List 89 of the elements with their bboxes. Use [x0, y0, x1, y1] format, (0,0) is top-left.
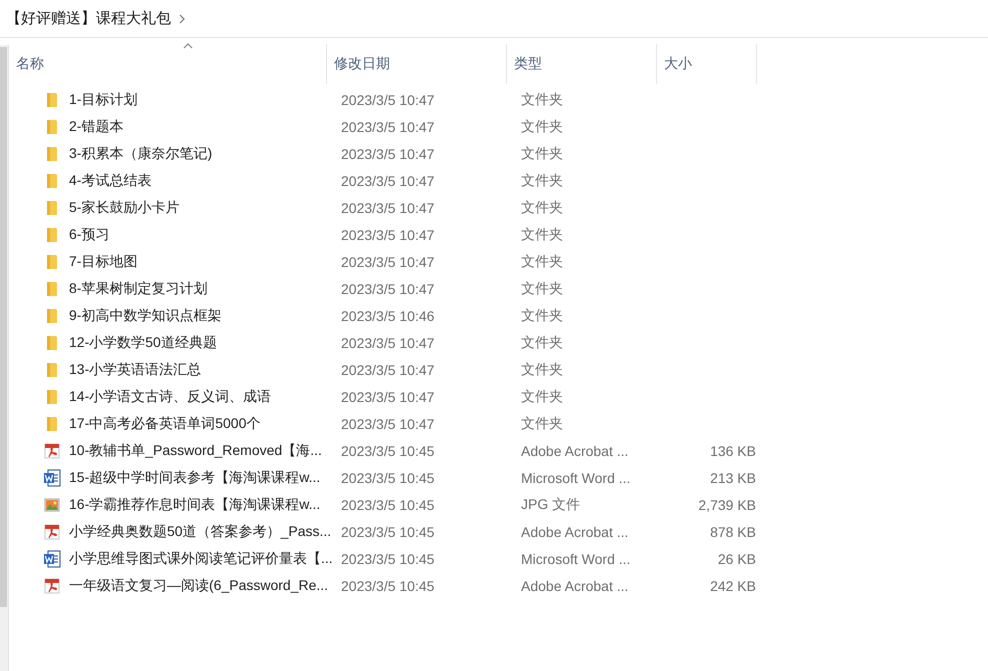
file-type: 文件夹 [520, 414, 564, 432]
file-name[interactable]: 6-预习 [69, 226, 110, 244]
folder-icon [46, 280, 58, 296]
file-type: 文件夹 [520, 334, 564, 352]
folder-icon [46, 416, 58, 432]
file-type: 文件夹 [520, 172, 564, 190]
file-name[interactable]: 16-学霸推荐作息时间表【海淘课课程w... [69, 496, 320, 514]
file-name[interactable]: 7-目标地图 [69, 252, 138, 270]
modified-date: 2023/3/5 10:47 [340, 362, 436, 378]
folder-icon [46, 334, 58, 350]
folder-icon [46, 172, 58, 188]
file-name[interactable]: 小学思维导图式课外阅读笔记评价量表【... [69, 550, 333, 568]
chevron-right-icon[interactable] [179, 14, 185, 24]
file-type: 文件夹 [520, 118, 564, 136]
folder-icon [46, 388, 58, 404]
file-name[interactable]: 15-超级中学时间表参考【海淘课课程w... [69, 468, 320, 486]
modified-date: 2023/3/5 10:45 [340, 578, 436, 594]
pdf-file-icon [44, 578, 60, 594]
breadcrumb-folder[interactable]: 【好评赠送】课程大礼包 [6, 9, 171, 28]
modified-date: 2023/3/5 10:47 [340, 172, 436, 188]
modified-date: 2023/3/5 10:45 [340, 442, 436, 458]
modified-date: 2023/3/5 10:47 [340, 226, 436, 242]
file-name[interactable]: 1-目标计划 [69, 90, 138, 108]
file-name[interactable]: 12-小学数学50道经典题 [69, 334, 217, 352]
pdf-file-icon [44, 442, 60, 458]
folder-icon [46, 200, 58, 216]
folder-icon [46, 308, 58, 324]
modified-date: 2023/3/5 10:47 [340, 146, 436, 162]
modified-date: 2023/3/5 10:47 [340, 416, 436, 432]
pdf-file-icon [44, 524, 60, 540]
file-size: 2,739 KB [697, 496, 756, 512]
column-header[interactable]: 大小 [657, 44, 757, 84]
modified-date: 2023/3/5 10:47 [340, 388, 436, 404]
file-type: 文件夹 [520, 306, 564, 324]
file-type: Microsoft Word ... [520, 470, 632, 486]
folder-icon [46, 146, 58, 162]
file-size: 26 KB [716, 550, 756, 566]
file-size: 136 KB [709, 442, 756, 458]
file-name[interactable]: 17-中高考必备英语单词5000个 [69, 414, 260, 432]
file-name[interactable]: 14-小学语文古诗、反义词、成语 [69, 388, 272, 406]
folder-icon [46, 362, 58, 378]
file-type: 文件夹 [520, 198, 564, 216]
file-type: 文件夹 [520, 144, 564, 162]
file-type: 文件夹 [520, 280, 564, 298]
file-type: 文件夹 [520, 388, 564, 406]
file-size: 878 KB [709, 524, 756, 540]
file-name[interactable]: 13-小学英语语法汇总 [69, 360, 202, 378]
folder-icon [46, 118, 58, 134]
modified-date: 2023/3/5 10:46 [340, 308, 436, 324]
modified-date: 2023/3/5 10:47 [340, 280, 436, 296]
modified-date: 2023/3/5 10:45 [340, 496, 436, 512]
file-size: 213 KB [709, 470, 756, 486]
folder-icon [46, 226, 58, 242]
file-size: 242 KB [709, 578, 756, 594]
file-type: 文件夹 [520, 226, 564, 244]
file-name[interactable]: 9-初高中数学知识点框架 [69, 306, 222, 324]
column-header[interactable]: 类型 [507, 44, 657, 84]
modified-date: 2023/3/5 10:45 [340, 524, 436, 540]
file-name[interactable]: 一年级语文复习—阅读(6_Password_Re... [69, 576, 328, 594]
column-header[interactable]: 修改日期 [327, 44, 507, 84]
file-type: Adobe Acrobat ... [520, 442, 630, 458]
sort-up-icon [183, 43, 193, 49]
image-file-icon [44, 496, 60, 512]
file-name[interactable]: 3-积累本（康奈尔笔记) [69, 144, 212, 162]
modified-date: 2023/3/5 10:47 [340, 118, 436, 134]
modified-date: 2023/3/5 10:45 [340, 470, 436, 486]
file-type: Adobe Acrobat ... [520, 524, 630, 540]
modified-date: 2023/3/5 10:47 [340, 92, 436, 108]
file-type: 文件夹 [520, 252, 564, 270]
file-type: 文件夹 [520, 90, 564, 108]
file-type: Adobe Acrobat ... [520, 578, 630, 594]
modified-date: 2023/3/5 10:47 [340, 334, 436, 350]
folder-icon [46, 92, 58, 108]
word-file-icon [43, 550, 61, 568]
file-type: Microsoft Word ... [520, 550, 632, 566]
file-name[interactable]: 5-家长鼓励小卡片 [69, 198, 180, 216]
modified-date: 2023/3/5 10:47 [340, 200, 436, 216]
modified-date: 2023/3/5 10:47 [340, 254, 436, 270]
file-type: JPG 文件 [520, 496, 582, 514]
file-name[interactable]: 10-教辅书单_Password_Removed【海... [69, 442, 322, 460]
file-name[interactable]: 8-苹果树制定复习计划 [69, 280, 208, 298]
column-header[interactable]: 名称 [9, 44, 327, 84]
file-name[interactable]: 小学经典奥数题50道（答案参考）_Pass... [69, 522, 332, 540]
modified-date: 2023/3/5 10:45 [340, 550, 436, 566]
folder-icon [46, 254, 58, 270]
file-name[interactable]: 4-考试总结表 [69, 172, 152, 190]
file-name[interactable]: 2-错题本 [69, 118, 124, 136]
file-type: 文件夹 [520, 360, 564, 378]
word-file-icon [43, 468, 61, 486]
